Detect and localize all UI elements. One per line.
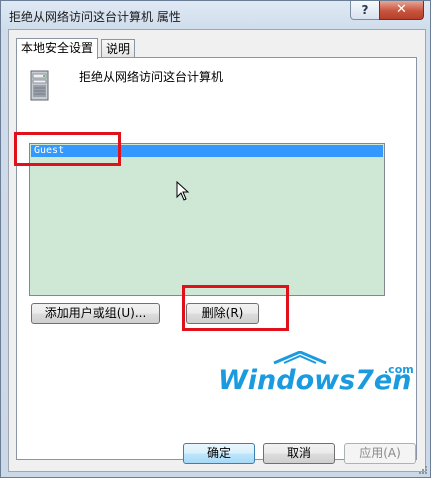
apply-button: 应用(A) xyxy=(344,443,416,464)
help-button[interactable]: ? xyxy=(350,1,380,20)
tab-local-security-setting[interactable]: 本地安全设置 xyxy=(16,38,99,59)
tab-explain[interactable]: 说明 xyxy=(101,39,136,58)
cancel-button[interactable]: 取消 xyxy=(263,443,335,464)
mouse-cursor-icon xyxy=(176,181,190,201)
close-button[interactable]: ✕ xyxy=(379,1,424,20)
watermark-suffix: .com xyxy=(384,363,414,376)
add-user-or-group-button[interactable]: 添加用户或组(U)... xyxy=(31,303,160,324)
policy-name: 拒绝从网络访问这台计算机 xyxy=(79,70,224,84)
resize-grip-icon[interactable] xyxy=(418,465,428,475)
title-bar[interactable]: 拒绝从网络访问这台计算机 属性 ? ✕ xyxy=(1,1,430,29)
highlight-box-guest xyxy=(14,132,121,166)
ok-button[interactable]: 确定 xyxy=(183,443,255,464)
computer-tower-icon xyxy=(30,70,49,101)
window-title: 拒绝从网络访问这台计算机 属性 xyxy=(9,10,181,24)
watermark-logo: Windows7en .com xyxy=(218,351,414,396)
properties-dialog: 拒绝从网络访问这台计算机 属性 ? ✕ 本地安全设置 说明 拒绝从网络访问这台计… xyxy=(0,0,431,478)
watermark-text: Windows7en xyxy=(218,365,411,396)
highlight-box-remove xyxy=(182,285,289,331)
